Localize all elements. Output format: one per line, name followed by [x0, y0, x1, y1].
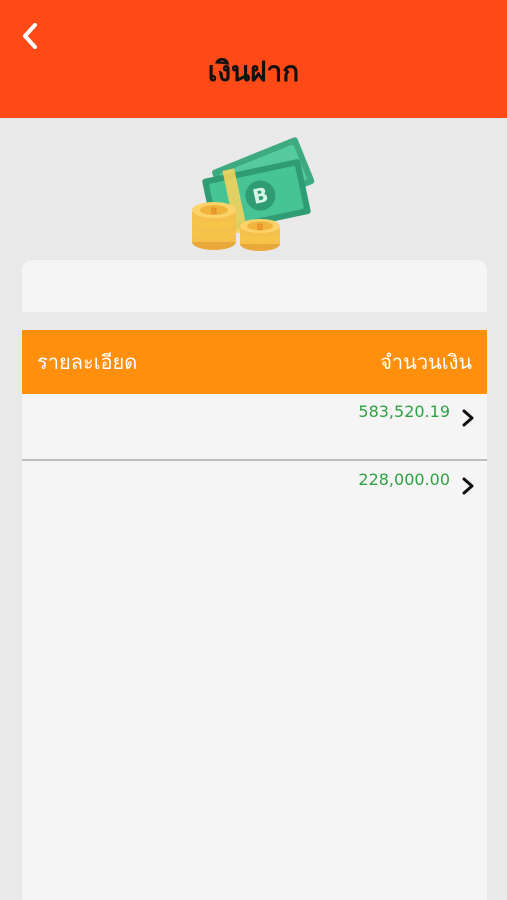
page-title: เงินฝาก	[207, 55, 300, 88]
info-card	[22, 260, 487, 312]
chevron-left-icon	[23, 23, 37, 49]
row-amount: 583,520.19	[358, 402, 450, 421]
svg-text:B: B	[211, 207, 218, 217]
table-row[interactable]: 583,520.19	[22, 394, 487, 462]
row-amount: 228,000.00	[358, 470, 450, 489]
app-header: เงินฝาก	[0, 0, 507, 118]
back-button[interactable]	[12, 18, 48, 54]
money-bitcoin-illustration: B B B	[188, 124, 318, 254]
table-row[interactable]: 228,000.00	[22, 462, 487, 530]
chevron-right-icon	[462, 477, 474, 495]
chevron-right-icon	[462, 409, 474, 427]
table-header: รายละเอียด จำนวนเงิน	[22, 330, 487, 394]
column-detail-header: รายละเอียด	[37, 350, 138, 374]
svg-text:B: B	[257, 223, 264, 233]
deposit-table: รายละเอียด จำนวนเงิน 583,520.19 228,000.…	[22, 330, 487, 900]
row-divider	[22, 459, 487, 461]
column-amount-header: จำนวนเงิน	[380, 350, 472, 374]
